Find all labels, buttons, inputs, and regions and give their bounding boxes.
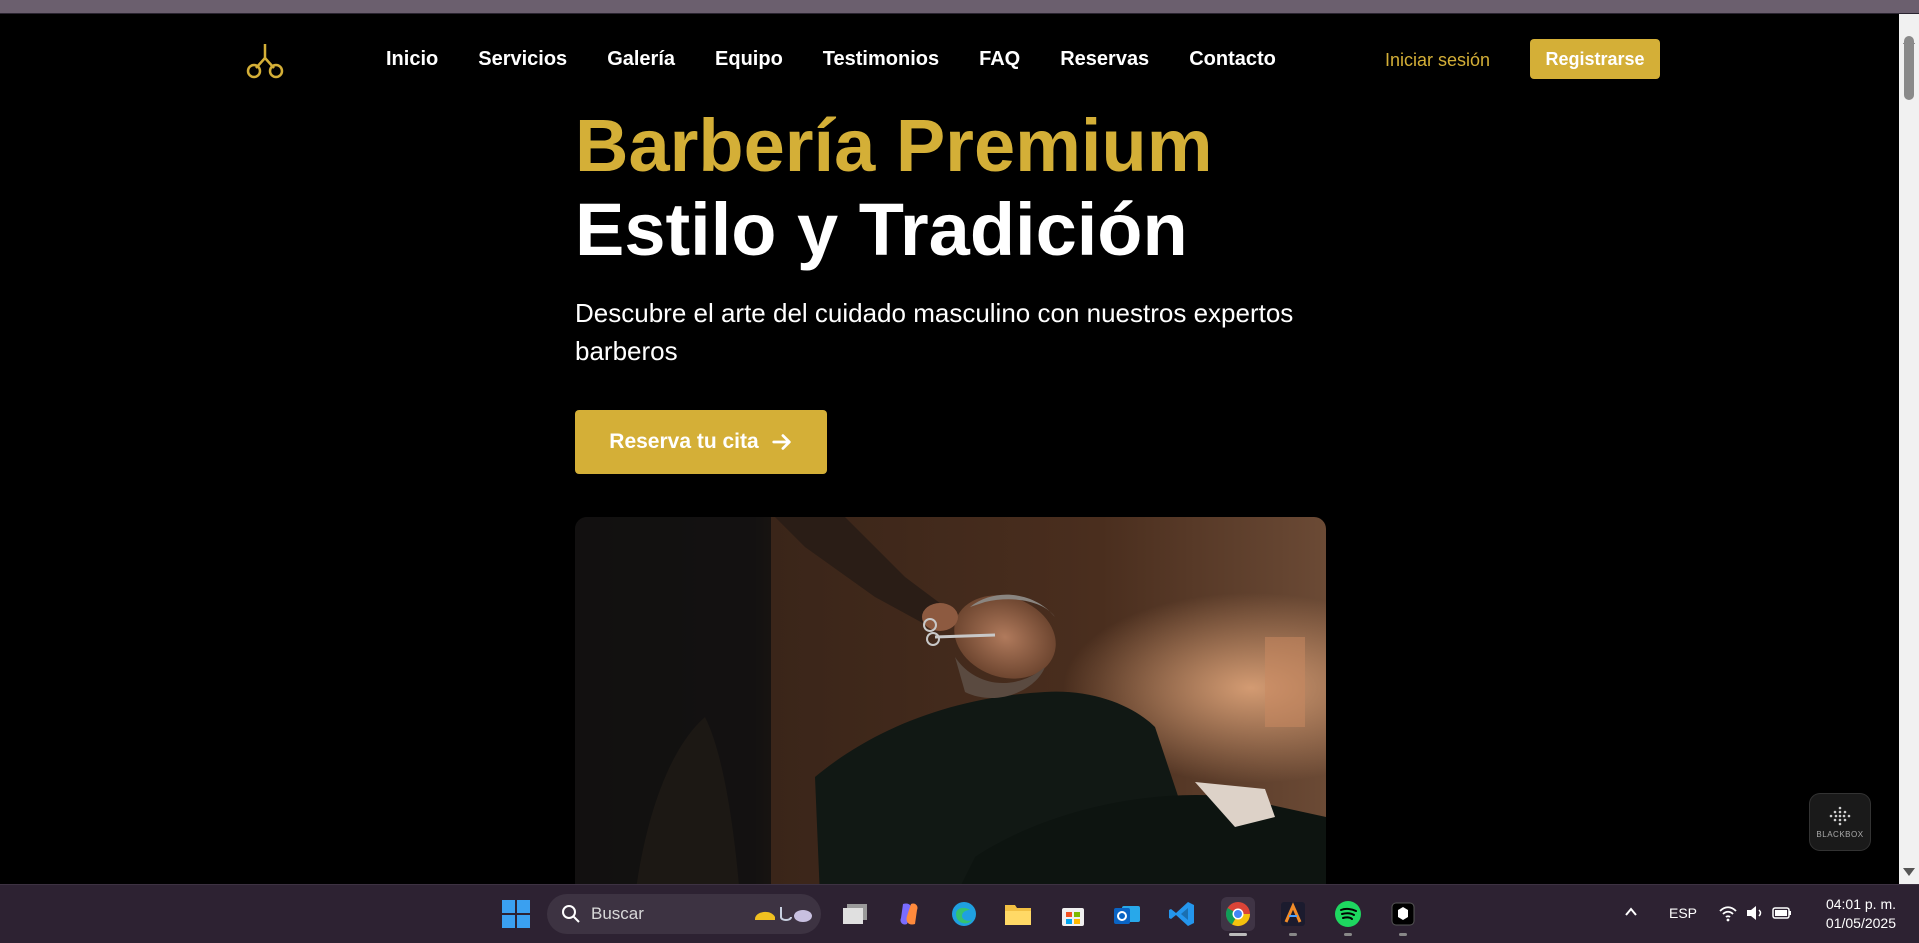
chrome-icon[interactable]	[1221, 897, 1255, 936]
search-highlight-icon	[755, 907, 812, 922]
nav-link-inicio[interactable]: Inicio	[386, 48, 438, 71]
main-nav: Inicio Servicios Galería Equipo Testimon…	[386, 48, 1276, 71]
nav-link-testimonios[interactable]: Testimonios	[823, 48, 939, 71]
language-indicator[interactable]: ESP	[1669, 905, 1697, 921]
hero-subtitle: Descubre el arte del cuidado masculino c…	[575, 298, 1294, 366]
arc-running-indicator	[1289, 933, 1297, 936]
scroll-down-arrow-icon[interactable]	[1903, 868, 1915, 876]
web-page: Inicio Servicios Galería Equipo Testimon…	[0, 14, 1899, 884]
search-icon	[562, 905, 580, 923]
scissors-logo-icon[interactable]	[245, 40, 285, 80]
battery-icon[interactable]	[1772, 904, 1792, 922]
terminal-app-icon[interactable]	[1386, 897, 1420, 936]
copilot-icon[interactable]	[892, 897, 926, 931]
nav-link-servicios[interactable]: Servicios	[478, 48, 567, 71]
volume-icon[interactable]	[1745, 904, 1765, 922]
blackbox-widget[interactable]: BLACKBOX	[1810, 794, 1870, 850]
window-top-strip	[0, 0, 1919, 14]
outlook-icon[interactable]	[1110, 897, 1144, 931]
hero-title-white: Estilo y Tradición	[575, 188, 1188, 271]
hero-section: Barbería Premium Estilo y Tradición Desc…	[575, 104, 1335, 474]
hero-barber-photo	[575, 517, 1326, 884]
spotify-running-indicator	[1344, 933, 1352, 936]
clock-time: 04:01 p. m.	[1825, 896, 1896, 912]
windows-start-icon[interactable]	[502, 900, 530, 928]
system-clock[interactable]: 04:01 p. m. 01/05/2025	[1810, 895, 1896, 933]
login-link[interactable]: Iniciar sesión	[1385, 50, 1490, 71]
page-scrollbar[interactable]	[1899, 14, 1919, 884]
wifi-icon[interactable]	[1718, 904, 1738, 922]
blackbox-dots-icon	[1829, 806, 1851, 825]
chevron-up-icon[interactable]	[1624, 905, 1638, 919]
taskbar-search[interactable]: Buscar	[547, 894, 821, 934]
arrow-right-icon	[772, 434, 791, 450]
chrome-active-indicator	[1229, 933, 1247, 936]
nav-link-reservas[interactable]: Reservas	[1060, 48, 1149, 71]
search-placeholder: Buscar	[591, 904, 644, 923]
edge-icon[interactable]	[947, 897, 981, 931]
nav-link-contacto[interactable]: Contacto	[1189, 48, 1276, 71]
register-button[interactable]: Registrarse	[1530, 39, 1660, 79]
site-header: Inicio Servicios Galería Equipo Testimon…	[0, 14, 1899, 104]
nav-link-galeria[interactable]: Galería	[607, 48, 675, 71]
blackbox-label: BLACKBOX	[1816, 829, 1864, 839]
book-appointment-button[interactable]: Reserva tu cita	[575, 410, 827, 474]
windows-taskbar: Buscar ESP 04:01 p. m. 01/05/2025	[0, 884, 1919, 943]
task-view-icon[interactable]	[838, 897, 872, 931]
vs-code-icon[interactable]	[1165, 897, 1199, 931]
clock-date: 01/05/2025	[1825, 915, 1896, 931]
book-appointment-label: Reserva tu cita	[609, 430, 759, 453]
nav-link-equipo[interactable]: Equipo	[715, 48, 783, 71]
spotify-icon[interactable]	[1331, 897, 1365, 936]
terminal-running-indicator	[1399, 933, 1407, 936]
file-explorer-icon[interactable]	[1001, 897, 1035, 931]
nav-link-faq[interactable]: FAQ	[979, 48, 1020, 71]
scrollbar-thumb[interactable]	[1904, 36, 1914, 100]
microsoft-store-icon[interactable]	[1056, 897, 1090, 931]
hero-title-gold: Barbería Premium	[575, 104, 1213, 187]
arc-app-icon[interactable]	[1276, 897, 1310, 936]
